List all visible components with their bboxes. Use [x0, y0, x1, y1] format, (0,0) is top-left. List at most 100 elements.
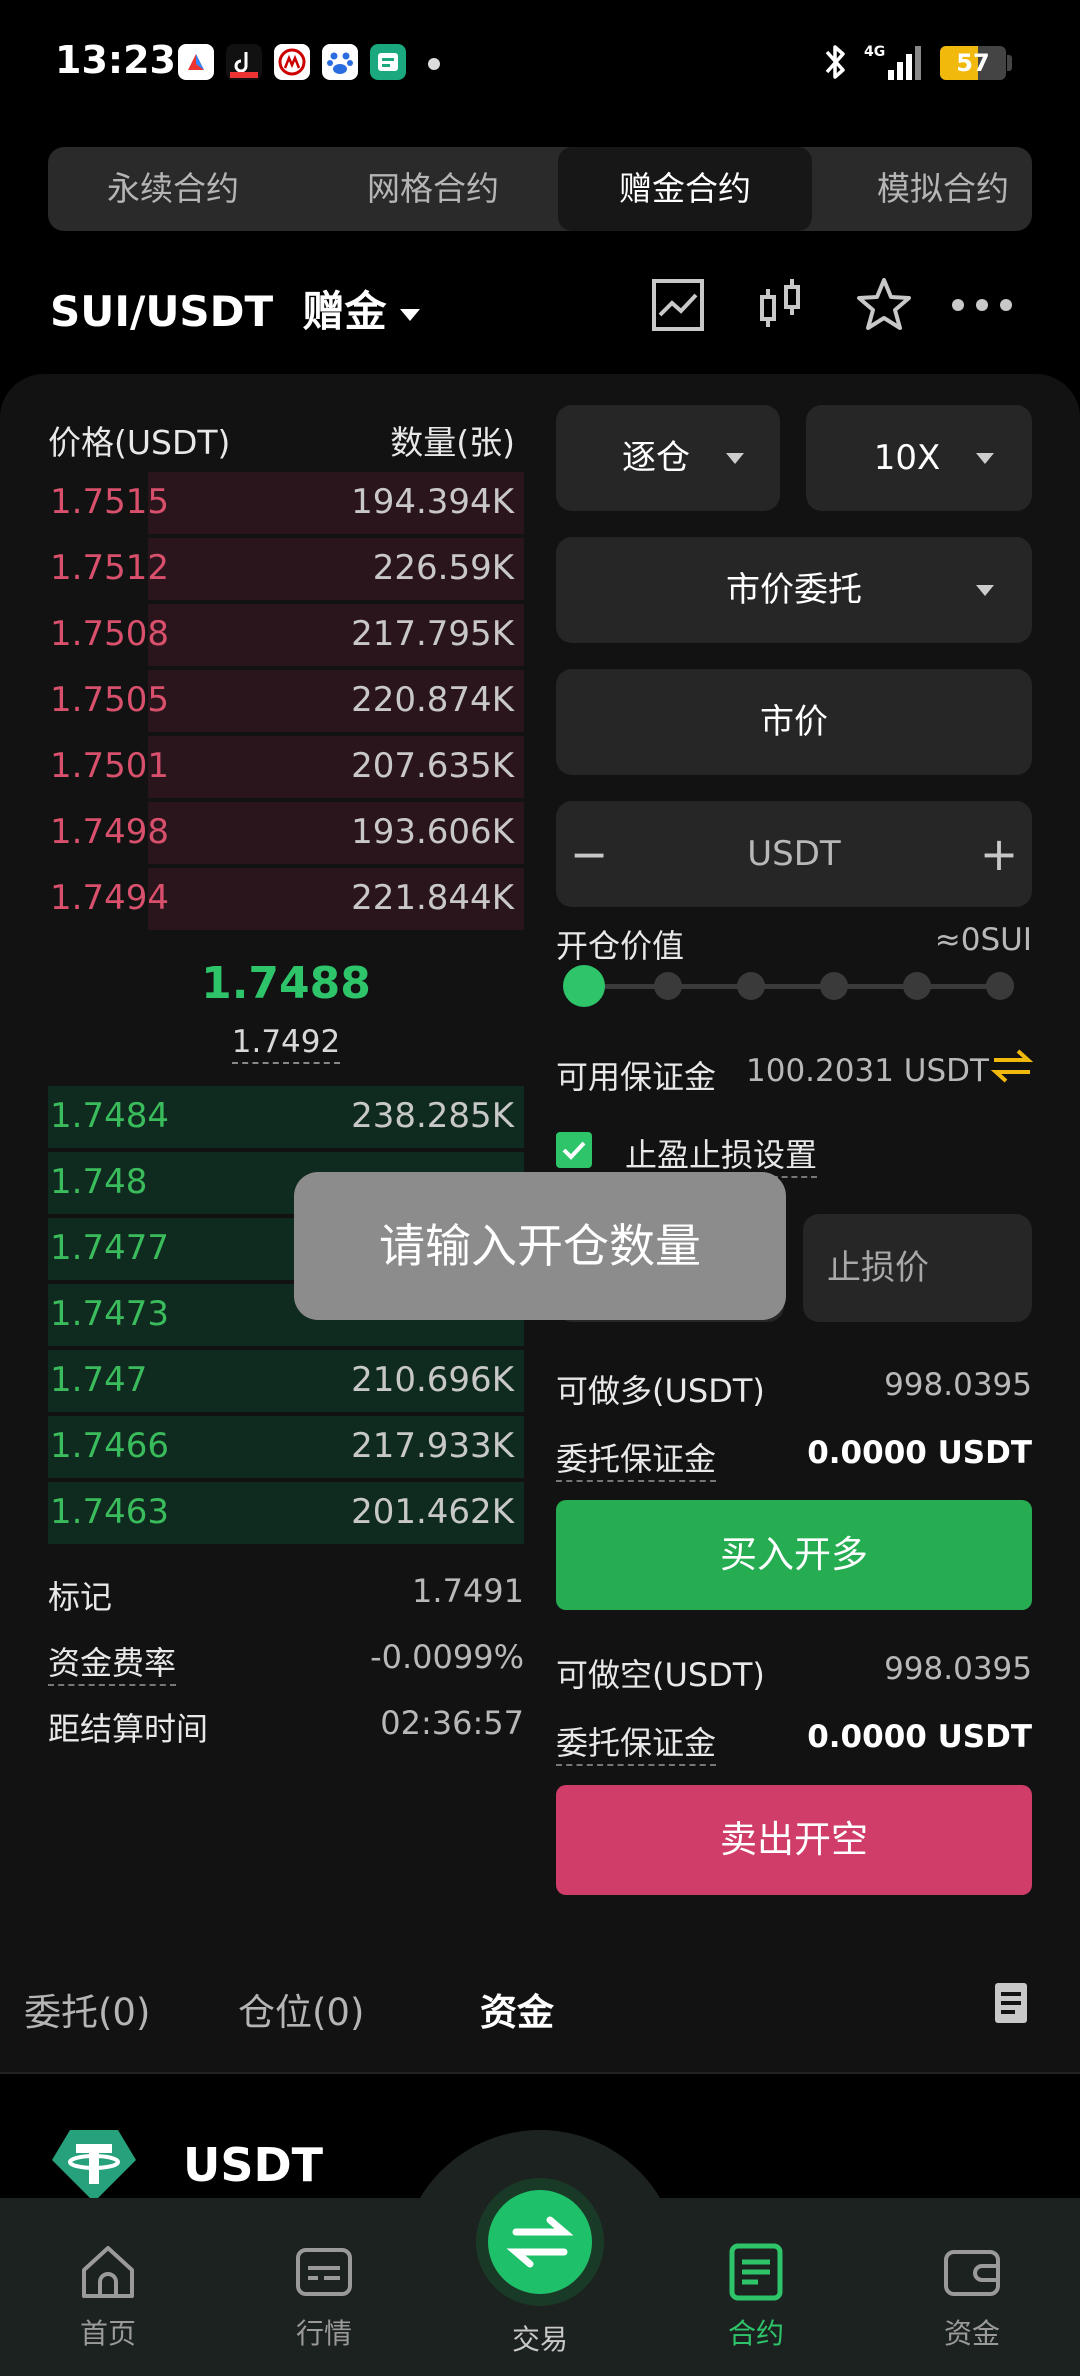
status-bar: 13:23 4G 57 — [0, 0, 1080, 130]
tpsl-checkbox[interactable] — [556, 1132, 592, 1168]
pair-mode: 赠金 — [302, 287, 387, 336]
chevron-down-icon — [976, 453, 994, 464]
signal-icon: 4G — [862, 40, 924, 84]
tab-grid[interactable]: 网格合约 — [308, 147, 558, 231]
quantity-column-header: 数量(张) — [390, 423, 515, 462]
nav-market[interactable]: 行情 — [254, 2240, 394, 2352]
ask-row[interactable]: 1.7505 220.874K — [48, 670, 524, 732]
bid-row[interactable]: 1.7484 238.285K — [48, 1086, 524, 1148]
chevron-down-icon — [726, 453, 744, 464]
bank-app-icon — [274, 44, 310, 80]
battery-indicator: 57 — [940, 46, 1006, 80]
ask-row[interactable]: 1.7501 207.635K — [48, 736, 524, 798]
order-type-select[interactable]: 市价委托 — [556, 537, 1032, 643]
amount-slider[interactable] — [584, 984, 1002, 989]
bid-row[interactable]: 1.747 210.696K — [48, 1350, 524, 1412]
sell-short-button[interactable]: 卖出开空 — [556, 1785, 1032, 1895]
long-max-value: 998.0395 — [884, 1367, 1032, 1403]
slider-step[interactable] — [654, 972, 682, 1000]
leverage-select[interactable]: 10X — [806, 405, 1032, 511]
pair-selector[interactable]: SUI/USDT 赠金 — [50, 278, 421, 339]
toast-message: 请输入开仓数量 — [294, 1172, 786, 1320]
tiktok-app-icon — [226, 44, 262, 80]
chevron-down-icon — [400, 308, 421, 321]
long-max-label: 可做多(USDT) — [556, 1372, 765, 1410]
transfer-icon[interactable] — [990, 1044, 1034, 1088]
funding-rate-value: -0.0099% — [370, 1638, 524, 1676]
margin-mode-select[interactable]: 逐仓 — [556, 405, 780, 511]
tab-orders[interactable]: 委托(0) — [24, 1982, 150, 2036]
home-icon — [82, 2246, 134, 2298]
ask-row[interactable]: 1.7512 226.59K — [48, 538, 524, 600]
increase-button[interactable]: + — [976, 808, 1022, 900]
amount-input[interactable]: USDT — [556, 801, 1032, 907]
bid-row[interactable]: 1.7463 201.462K — [48, 1482, 524, 1544]
battery-tip — [1007, 55, 1012, 71]
tpsl-settings-label[interactable]: 止盈止损设置 — [625, 1130, 818, 1178]
ask-row[interactable]: 1.7494 221.844K — [48, 868, 524, 930]
contract-icon — [729, 2243, 783, 2301]
funding-rate-label[interactable]: 资金费率 — [48, 1638, 177, 1686]
tab-positions[interactable]: 仓位(0) — [238, 1982, 364, 2036]
available-margin-label: 可用保证金 — [556, 1058, 717, 1096]
slider-step[interactable] — [737, 972, 765, 1000]
svg-text:4G: 4G — [864, 44, 885, 60]
tab-bonus[interactable]: 赠金合约 — [558, 147, 812, 231]
short-margin-value: 0.0000 USDT — [807, 1719, 1032, 1755]
settlement-time-label: 距结算时间 — [48, 1710, 209, 1748]
settlement-time-value: 02:36:57 — [380, 1704, 524, 1742]
more-notifications-dot — [428, 58, 440, 70]
usdt-logo — [50, 2128, 138, 2204]
star-icon[interactable] — [854, 275, 914, 335]
life-app-icon — [370, 44, 406, 80]
mark-label: 标记 — [48, 1578, 113, 1616]
slider-step[interactable] — [903, 972, 931, 1000]
nav-trade-label[interactable]: 交易 — [470, 2318, 610, 2358]
ask-row[interactable]: 1.7498 193.606K — [48, 802, 524, 864]
decrease-button[interactable]: − — [566, 808, 612, 900]
nav-assets[interactable]: 资金 — [902, 2240, 1042, 2352]
more-icon[interactable] — [950, 275, 1014, 335]
index-price: 1.7492 — [48, 1024, 524, 1064]
baidu-app-icon — [322, 44, 358, 80]
slider-step[interactable] — [986, 972, 1014, 1000]
ask-row[interactable]: 1.7515 194.394K — [48, 472, 524, 534]
tab-assets[interactable]: 资金 — [480, 1982, 554, 2036]
chart-icon[interactable] — [648, 275, 708, 335]
stop-loss-input[interactable]: 止损价 — [803, 1214, 1032, 1322]
nav-home[interactable]: 首页 — [38, 2240, 178, 2352]
market-icon — [296, 2248, 352, 2296]
long-margin-label[interactable]: 委托保证金 — [556, 1434, 717, 1482]
slider-handle[interactable] — [563, 965, 605, 1007]
mark-value: 1.7491 — [412, 1572, 524, 1610]
open-value: ≈0SUI — [934, 922, 1032, 958]
short-margin-label[interactable]: 委托保证金 — [556, 1718, 717, 1766]
tab-demo[interactable]: 模拟合约 — [818, 147, 1032, 231]
swap-icon — [506, 2216, 574, 2268]
contract-type-tabs: 永续合约 网格合约 赠金合约 模拟合约 — [48, 147, 1032, 231]
pair-symbol: SUI/USDT — [50, 287, 274, 336]
candlestick-icon[interactable] — [752, 275, 812, 335]
short-max-value: 998.0395 — [884, 1651, 1032, 1687]
slider-step[interactable] — [820, 972, 848, 1000]
browser-app-icon — [178, 44, 214, 80]
price-field[interactable]: 市价 — [556, 669, 1032, 775]
nav-contract[interactable]: 合约 — [686, 2240, 826, 2352]
long-margin-value: 0.0000 USDT — [807, 1435, 1032, 1471]
open-value-label: 开仓价值 — [556, 927, 685, 965]
chevron-down-icon — [976, 585, 994, 596]
nav-trade-button[interactable] — [488, 2190, 592, 2294]
bid-row[interactable]: 1.7466 217.933K — [48, 1416, 524, 1478]
available-margin-value: 100.2031 USDT — [746, 1053, 989, 1089]
ask-row[interactable]: 1.7508 217.795K — [48, 604, 524, 666]
bluetooth-icon — [815, 40, 855, 84]
last-price: 1.7488 — [201, 958, 371, 1009]
short-max-label: 可做空(USDT) — [556, 1656, 765, 1694]
buy-long-button[interactable]: 买入开多 — [556, 1500, 1032, 1610]
asset-name: USDT — [183, 2138, 324, 2192]
wallet-icon — [944, 2250, 1000, 2296]
document-icon[interactable] — [994, 1982, 1028, 2024]
divider — [0, 2072, 1080, 2074]
status-time: 13:23 — [55, 38, 176, 82]
tab-perpetual[interactable]: 永续合约 — [48, 147, 298, 231]
